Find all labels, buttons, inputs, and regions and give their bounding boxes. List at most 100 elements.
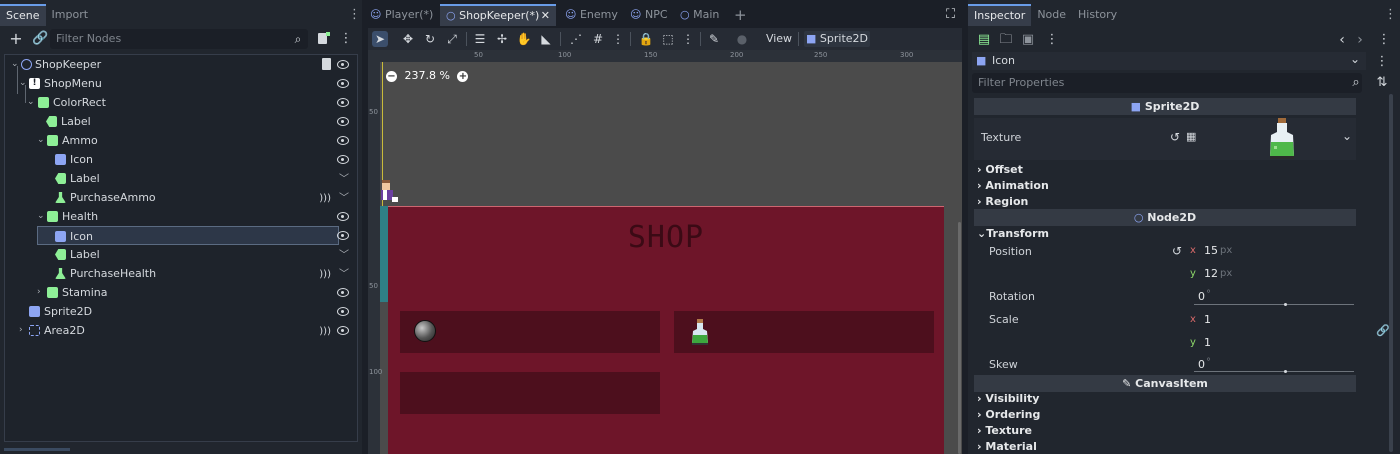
add-node-icon[interactable]: + [8,31,24,47]
chevron-down-icon[interactable]: ⌄ [1342,129,1352,143]
tree-row-icon-selected[interactable]: Icon [37,226,339,245]
health-slot[interactable] [674,311,934,353]
pivot-icon[interactable]: ✢ [494,31,510,47]
tree-row-health[interactable]: ⌄ Health [5,207,357,226]
tree-row-area2d[interactable]: › Area2D ))) [5,321,357,340]
skew-slider[interactable]: 0 ° [1190,356,1356,374]
texture-preview[interactable] [1266,118,1298,163]
position-x-field[interactable]: x 15 px [1188,242,1356,260]
section-ordering[interactable]: › Ordering [977,408,1040,421]
visibility-eye-icon[interactable] [337,116,349,126]
revert-icon[interactable]: ↺ [1170,130,1180,144]
history-menu-icon[interactable]: ⋮ [1376,32,1392,48]
property-filter-icon[interactable]: ⇅ [1374,75,1390,91]
tree-row-stamina[interactable]: › Stamina [5,283,357,302]
tab-scene[interactable]: Scene [0,4,46,26]
dock-resize-handle[interactable] [4,448,70,451]
tree-row-label[interactable]: Label [5,112,357,131]
filter-nodes-input[interactable]: Filter Nodes [50,29,308,49]
inspector-dock-menu-icon[interactable]: ⋮ [1384,8,1397,22]
canvas-viewport[interactable]: 50 100 150 200 250 300 50 50 100 − 237.8… [368,50,962,454]
visibility-eye-icon[interactable] [337,325,349,335]
tab-history[interactable]: History [1072,4,1123,26]
scale-mode-icon[interactable]: ⤢ [444,31,460,47]
visibility-eye-icon[interactable] [337,306,349,316]
ruler-mode-icon[interactable]: ◣ [538,31,554,47]
move-mode-icon[interactable]: ✥ [400,31,416,47]
new-resource-icon[interactable]: ▤ [976,32,992,48]
filter-properties-input[interactable]: Filter Properties [972,73,1362,93]
hidden-chevron-icon[interactable]: ﹀ [339,189,349,208]
sprite2d-menu-button[interactable]: ■ Sprite2D [804,31,870,47]
lock-icon[interactable]: 🔒 [638,31,654,47]
skeleton-icon[interactable]: ✎ [706,31,722,47]
view-menu[interactable]: View [764,31,794,47]
collapse-arrow-icon[interactable]: ⌄ [37,131,45,150]
group-icon[interactable]: ⬚ [660,31,676,47]
tab-inspector[interactable]: Inspector [968,4,1032,26]
list-select-icon[interactable]: ☰ [472,31,488,47]
slider-knob[interactable] [1284,370,1287,373]
tab-import[interactable]: Import [46,4,95,26]
signal-icon[interactable]: ))) [319,322,331,341]
fullscreen-icon[interactable]: ⛶ [946,4,960,26]
grid-snap-icon[interactable]: # [590,31,606,47]
signal-icon[interactable]: ))) [319,189,331,208]
visibility-eye-icon[interactable] [337,59,349,69]
scene-tab-npc[interactable]: ☺ NPC [630,4,678,26]
visibility-eye-icon[interactable] [337,97,349,107]
snap-menu-icon[interactable]: ⋮ [610,31,626,47]
hidden-chevron-icon[interactable]: ﹀ [339,170,349,189]
object-menu-icon[interactable]: ⋮ [1374,54,1390,70]
stamina-slot[interactable] [400,372,660,414]
hidden-chevron-icon[interactable]: ﹀ [339,265,349,284]
section-offset[interactable]: › Offset [977,163,1023,176]
inspector-scrollbar[interactable] [1389,94,1393,452]
save-icon[interactable]: ▣ [1020,32,1036,48]
shop-panel[interactable]: SHOP [388,206,944,454]
history-forward-icon[interactable]: › [1352,32,1368,48]
link-icon[interactable]: 🔗 [1376,324,1390,337]
inspector-menu-icon[interactable]: ⋮ [1044,32,1060,48]
script-icon[interactable] [322,58,331,70]
scene-tab-player[interactable]: ☺ Player(*) [370,4,442,26]
tree-row-shopkeeper[interactable]: ⌄ ShopKeeper [5,55,357,74]
tree-row-label[interactable]: Label ﹀ [5,169,357,188]
visibility-eye-icon[interactable] [337,211,349,221]
collapse-arrow-icon[interactable]: ⌄ [11,55,19,74]
scene-tab-main[interactable]: ○ Main [680,4,732,26]
link-icon[interactable]: 🔗 [32,31,48,47]
add-tab-icon[interactable]: + [734,4,748,26]
history-back-icon[interactable]: ‹ [1334,32,1350,48]
smart-snap-icon[interactable]: ⋰ [568,31,584,47]
tree-row-purchaseammo[interactable]: PurchaseAmmo ))) ﹀ [5,188,357,207]
expand-arrow-icon[interactable]: › [37,283,41,302]
section-material[interactable]: › Material [977,440,1037,453]
zoom-level[interactable]: 237.8 % [405,69,450,82]
section-visibility[interactable]: › Visibility [977,392,1039,405]
signal-icon[interactable]: ))) [319,265,331,284]
scale-x-field[interactable]: x 1 [1188,311,1356,329]
collapse-arrow-icon[interactable]: ⌄ [19,74,27,93]
revert-icon[interactable]: ↺ [1172,244,1182,258]
tab-node[interactable]: Node [1031,4,1072,26]
tree-row-ammo[interactable]: ⌄ Ammo [5,131,357,150]
visibility-eye-icon[interactable] [337,78,349,88]
scene-tab-shopkeeper[interactable]: ○ ShopKeeper(*) ✕ [440,4,556,26]
lock-menu-icon[interactable]: ⋮ [680,31,696,47]
zoom-in-icon[interactable]: + [457,70,469,82]
position-y-field[interactable]: y 12 px [1188,265,1356,283]
dock-menu-icon[interactable]: ⋮ [348,8,361,22]
section-texture[interactable]: › Texture [977,424,1032,437]
section-region[interactable]: › Region [977,195,1028,208]
tree-row-sprite2d[interactable]: Sprite2D [5,302,357,321]
scale-y-field[interactable]: y 1 [1188,334,1356,352]
texture-edit-icon[interactable]: ▦ [1186,130,1196,143]
visibility-eye-icon[interactable] [337,287,349,297]
collapse-arrow-icon[interactable]: ⌄ [27,93,35,112]
tree-row-icon[interactable]: Icon [5,150,357,169]
tree-row-purchasehealth[interactable]: PurchaseHealth ))) ﹀ [5,264,357,283]
scene-tab-enemy[interactable]: ☺ Enemy [565,4,625,26]
collapse-arrow-icon[interactable]: ⌄ [37,207,45,226]
section-animation[interactable]: › Animation [977,179,1049,192]
